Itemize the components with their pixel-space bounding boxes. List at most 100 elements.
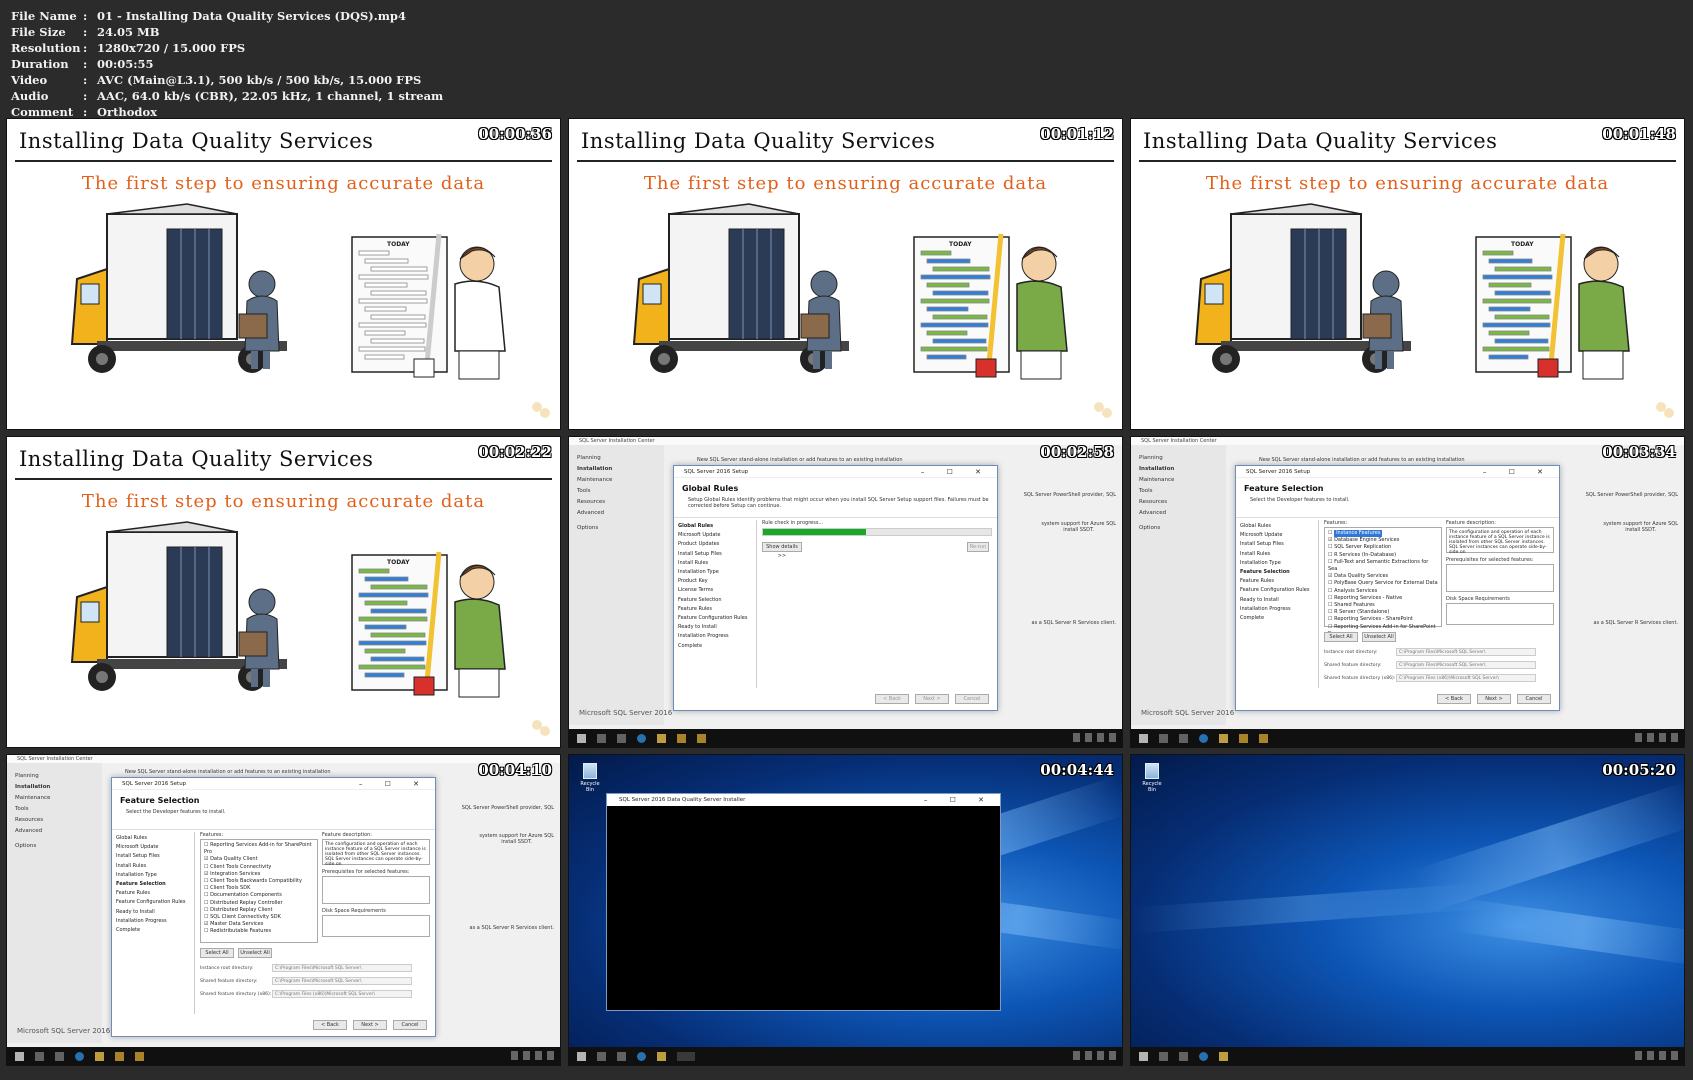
unselect-all-button[interactable]: Unselect All <box>1362 632 1396 642</box>
feature-tree-item[interactable]: ☐ Client Tools SDK <box>204 885 314 892</box>
search-icon[interactable] <box>1159 1051 1168 1061</box>
rerun-button[interactable]: Re-run <box>967 542 989 552</box>
new-installation-link[interactable]: New SQL Server stand-alone installation … <box>697 457 903 463</box>
feature-tree-item[interactable]: ☐ Reporting Services - SharePoint <box>1328 616 1438 623</box>
cancel-button[interactable]: Cancel <box>955 694 989 704</box>
feature-tree-item[interactable]: ☐ R Services (In-Database) <box>1328 552 1438 559</box>
search-icon[interactable] <box>35 1051 44 1061</box>
show-details-button[interactable]: Show details >> <box>762 542 802 559</box>
unselect-all-button[interactable]: Unselect All <box>238 948 272 958</box>
search-icon[interactable] <box>1159 733 1168 743</box>
nav-installation[interactable]: Installation <box>569 464 664 475</box>
select-all-button[interactable]: Select All <box>200 948 234 958</box>
file-explorer-icon[interactable] <box>95 1051 104 1061</box>
nav-options[interactable]: Options <box>7 841 102 852</box>
search-icon[interactable] <box>597 733 606 743</box>
feature-tree-item[interactable]: ☐ SQL Client Connectivity SDK <box>204 914 314 921</box>
task-view-icon[interactable] <box>1179 733 1188 743</box>
feature-tree-item[interactable]: ☐ PolyBase Query Service for External Da… <box>1328 580 1438 587</box>
task-view-icon[interactable] <box>55 1051 64 1061</box>
feature-tree-item[interactable]: ☐ Distributed Replay Client <box>204 907 314 914</box>
back-button[interactable]: < Back <box>313 1020 347 1030</box>
nav-maintenance[interactable]: Maintenance <box>1131 475 1226 486</box>
select-all-button[interactable]: Select All <box>1324 632 1358 642</box>
sql-setup-icon[interactable] <box>697 733 706 743</box>
instance-root-field[interactable]: C:\Program Files\Microsoft SQL Server\ <box>1396 648 1536 656</box>
edge-icon[interactable] <box>1199 1051 1208 1061</box>
task-view-icon[interactable] <box>617 1051 626 1061</box>
next-button[interactable]: Next > <box>353 1020 387 1030</box>
feature-tree[interactable]: ☐ Instance Features ☑ Database Engine Ser… <box>1324 527 1442 637</box>
sql-setup-icon[interactable] <box>677 733 686 743</box>
instance-root-field[interactable]: C:\Program Files\Microsoft SQL Server\ <box>272 964 412 972</box>
feature-tree-item[interactable]: ☑ Database Engine Services <box>1328 537 1438 544</box>
sql-setup-icon[interactable] <box>135 1051 144 1061</box>
next-button[interactable]: Next > <box>1477 694 1511 704</box>
shared-dir-field[interactable]: C:\Program Files\Microsoft SQL Server\ <box>1396 661 1536 669</box>
feature-tree-item[interactable]: ☑ Data Quality Services <box>1328 573 1438 580</box>
nav-resources[interactable]: Resources <box>1131 497 1226 508</box>
new-installation-link[interactable]: New SQL Server stand-alone installation … <box>125 769 331 775</box>
recycle-bin[interactable]: Recycle Bin <box>1139 763 1165 793</box>
shared-dir-field[interactable]: C:\Program Files\Microsoft SQL Server\ <box>272 977 412 985</box>
sql-setup-icon[interactable] <box>1239 733 1248 743</box>
window-controls[interactable]: – ☐ ✕ <box>1483 466 1553 478</box>
file-explorer-icon[interactable] <box>657 733 666 743</box>
nav-resources[interactable]: Resources <box>569 497 664 508</box>
cancel-button[interactable]: Cancel <box>393 1020 427 1030</box>
nav-installation[interactable]: Installation <box>7 782 102 793</box>
cancel-button[interactable]: Cancel <box>1517 694 1551 704</box>
feature-tree-item[interactable]: ☑ Integration Services <box>204 871 314 878</box>
search-icon[interactable] <box>597 1051 606 1061</box>
start-icon[interactable] <box>577 1051 586 1061</box>
start-icon[interactable] <box>577 733 586 743</box>
file-explorer-icon[interactable] <box>1219 1051 1228 1061</box>
new-installation-link[interactable]: New SQL Server stand-alone installation … <box>1259 457 1465 463</box>
sql-setup-icon[interactable] <box>115 1051 124 1061</box>
recycle-bin[interactable]: Recycle Bin <box>577 763 603 793</box>
nav-advanced[interactable]: Advanced <box>569 508 664 519</box>
file-explorer-icon[interactable] <box>657 1051 666 1061</box>
feature-tree-item[interactable]: ☐ Client Tools Connectivity <box>204 864 314 871</box>
feature-tree-item[interactable]: ☐ Distributed Replay Controller <box>204 900 314 907</box>
start-icon[interactable] <box>1139 733 1148 743</box>
window-controls[interactable]: – ☐ ✕ <box>921 466 991 478</box>
back-button[interactable]: < Back <box>875 694 909 704</box>
start-icon[interactable] <box>15 1051 24 1061</box>
window-controls[interactable]: – ☐ ✕ <box>359 778 429 790</box>
nav-tools[interactable]: Tools <box>7 804 102 815</box>
feature-tree-item[interactable]: ☐ Reporting Services Add-in for SharePoi… <box>204 842 314 856</box>
shared-dir-x86-field[interactable]: C:\Program Files (x86)\Microsoft SQL Ser… <box>1396 674 1536 682</box>
nav-planning[interactable]: Planning <box>569 453 664 464</box>
window-controls[interactable]: – ☐ ✕ <box>924 794 994 806</box>
console-task-icon[interactable] <box>677 1051 695 1061</box>
start-icon[interactable] <box>1139 1051 1148 1061</box>
feature-tree-item[interactable]: ☐ Documentation Components <box>204 892 314 899</box>
feature-tree-item[interactable]: ☐ Client Tools Backwards Compatibility <box>204 878 314 885</box>
edge-icon[interactable] <box>637 1051 646 1061</box>
task-view-icon[interactable] <box>1179 1051 1188 1061</box>
feature-tree-item[interactable]: ☑ Data Quality Client <box>204 856 314 863</box>
nav-resources[interactable]: Resources <box>7 815 102 826</box>
shared-dir-x86-field[interactable]: C:\Program Files (x86)\Microsoft SQL Ser… <box>272 990 412 998</box>
feature-tree-item[interactable]: ☐ SQL Server Replication <box>1328 544 1438 551</box>
feature-tree-item[interactable]: ☐ R Server (Standalone) <box>1328 609 1438 616</box>
sql-setup-icon[interactable] <box>1259 733 1268 743</box>
feature-tree[interactable]: ☐ Reporting Services Add-in for SharePoi… <box>200 839 318 943</box>
nav-installation[interactable]: Installation <box>1131 464 1226 475</box>
nav-advanced[interactable]: Advanced <box>7 826 102 837</box>
nav-tools[interactable]: Tools <box>1131 486 1226 497</box>
nav-maintenance[interactable]: Maintenance <box>569 475 664 486</box>
edge-icon[interactable] <box>1199 733 1208 743</box>
feature-tree-item[interactable]: ☐ Reporting Services - Native <box>1328 595 1438 602</box>
edge-icon[interactable] <box>637 733 646 743</box>
next-button[interactable]: Next > <box>915 694 949 704</box>
nav-options[interactable]: Options <box>1131 523 1226 534</box>
nav-advanced[interactable]: Advanced <box>1131 508 1226 519</box>
feature-tree-item[interactable]: ☐ Analysis Services <box>1328 588 1438 595</box>
feature-tree-item[interactable]: ☐ Full-Text and Semantic Extractions for… <box>1328 559 1438 573</box>
nav-options[interactable]: Options <box>569 523 664 534</box>
feature-tree-item[interactable]: ☑ Master Data Services <box>204 921 314 928</box>
edge-icon[interactable] <box>75 1051 84 1061</box>
task-view-icon[interactable] <box>617 733 626 743</box>
